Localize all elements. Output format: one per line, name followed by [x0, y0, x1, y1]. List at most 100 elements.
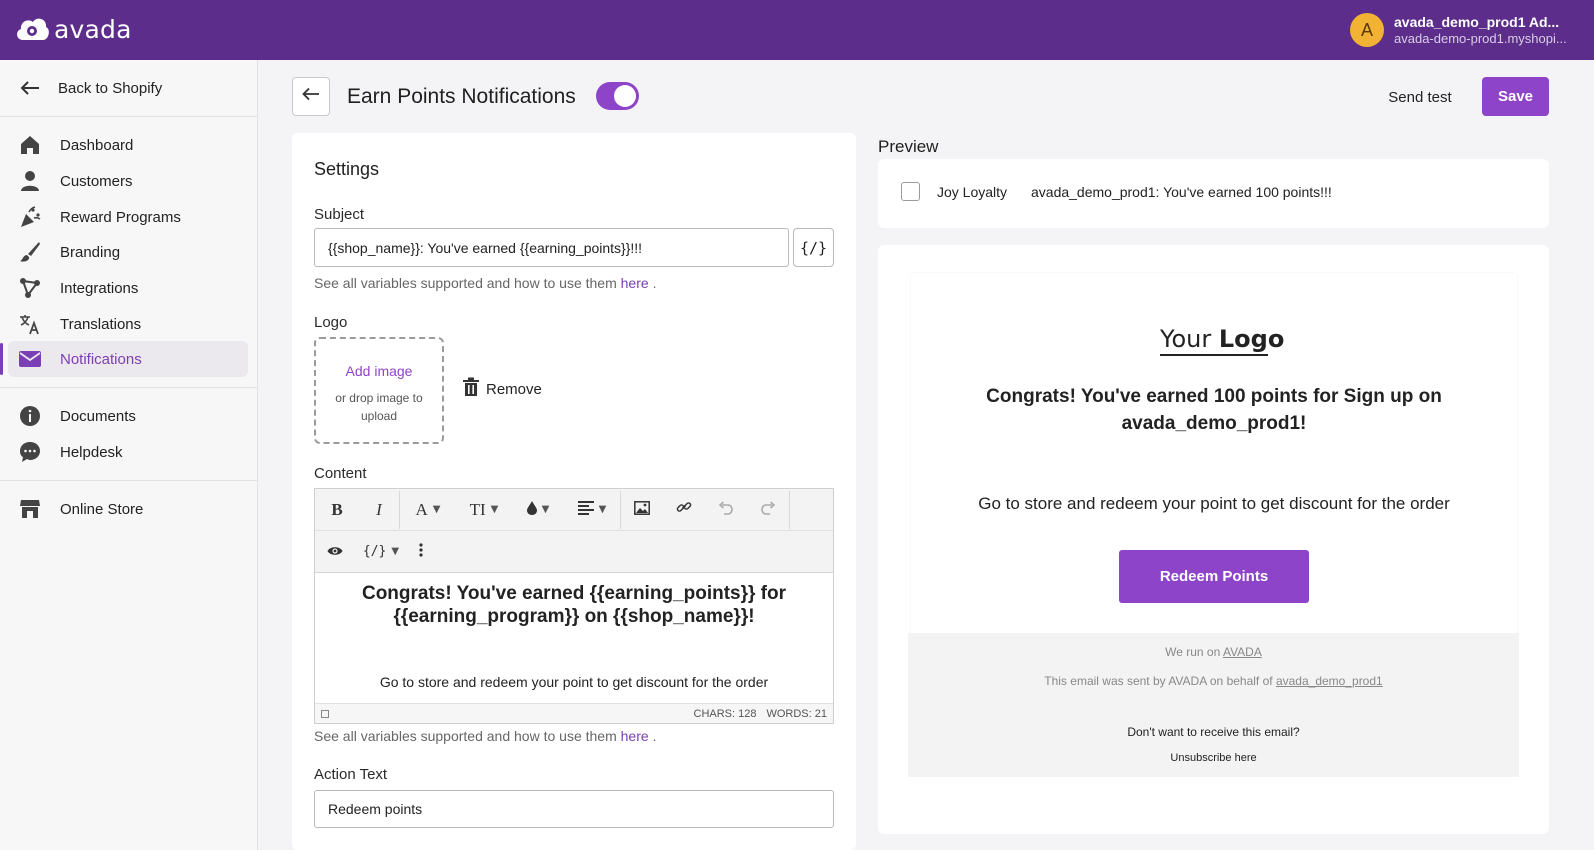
back-button[interactable] — [292, 77, 330, 116]
redo-button[interactable] — [747, 495, 789, 525]
mail-icon — [18, 347, 42, 371]
help-period: . — [652, 275, 657, 291]
footer-question: Don't want to receive this email? — [1127, 725, 1300, 739]
preview-checkbox[interactable] — [901, 182, 920, 201]
word-count: WORDS: 21 — [766, 707, 827, 720]
font-size-dropdown[interactable]: TI ▼ — [456, 495, 512, 525]
chevron-down-icon: ▼ — [432, 504, 441, 515]
footer-run-text: We run on — [1165, 645, 1221, 659]
sidebar-item-integrations[interactable]: Integrations — [8, 270, 248, 306]
sidebar-divider — [0, 387, 258, 388]
preview-inbox-row: Joy Loyalty avada_demo_prod1: You've ear… — [878, 159, 1549, 228]
editor-status-bar: CHARS: 128 WORDS: 21 — [315, 703, 833, 723]
save-button[interactable]: Save — [1482, 77, 1549, 116]
variables-help: See all variables supported and how to u… — [314, 728, 656, 744]
remove-label: Remove — [486, 380, 542, 398]
footer-shop-link[interactable]: avada_demo_prod1 — [1276, 674, 1383, 688]
sidebar: Back to Shopify Dashboard Customers Rewa… — [0, 60, 258, 850]
sidebar-item-customers[interactable]: Customers — [8, 163, 248, 199]
preview-sender: Joy Loyalty — [937, 184, 1008, 200]
add-image-link[interactable]: Add image — [316, 363, 442, 379]
editor-heading: Congrats! You've earned {{earning_points… — [361, 583, 786, 627]
editor-content[interactable]: Congrats! You've earned {{earning_points… — [315, 574, 833, 702]
email-logo: Your Logo — [1160, 325, 1284, 353]
sidebar-divider — [0, 480, 258, 481]
sidebar-item-translations[interactable]: Translations — [8, 306, 248, 342]
account-domain: avada-demo-prod1.myshopi... — [1394, 31, 1567, 46]
integrations-icon — [18, 276, 42, 300]
sidebar-item-label: Documents — [60, 407, 136, 425]
settings-card: Settings Subject {{shop_name}}: You've e… — [292, 133, 856, 850]
email-body: Your Logo Congrats! You've earned 100 po… — [911, 273, 1517, 633]
sidebar-item-label: Customers — [60, 172, 133, 190]
sidebar-item-notifications[interactable]: Notifications — [0, 341, 248, 377]
variables-help-link[interactable]: here — [621, 728, 649, 744]
page-title: Earn Points Notifications — [347, 85, 576, 108]
preview-button[interactable] — [315, 537, 355, 567]
logo-your-text: Your — [1160, 325, 1212, 353]
droplet-icon — [526, 500, 537, 520]
person-icon — [18, 169, 42, 193]
content-editor: B I A ▼ TI ▼ ▼ ▼ {/} ▼ Congrats! You've … — [314, 488, 834, 724]
sidebar-item-helpdesk[interactable]: Helpdesk — [8, 434, 248, 470]
footer-sent-text: This email was sent by AVADA on behalf o… — [1044, 674, 1273, 688]
arrow-left-icon — [302, 87, 320, 106]
insert-variable-button[interactable]: {/} — [793, 228, 834, 267]
remove-logo-button[interactable]: Remove — [462, 377, 542, 401]
preview-title: Preview — [878, 137, 939, 156]
help-period: . — [652, 728, 657, 744]
subject-input[interactable]: {{shop_name}}: You've earned {{earning_p… — [314, 228, 789, 267]
home-icon — [18, 133, 42, 157]
brand-name: avada — [54, 14, 132, 44]
brand-logo[interactable]: avada — [14, 14, 132, 44]
sidebar-item-label: Dashboard — [60, 136, 134, 154]
italic-button[interactable]: I — [359, 495, 399, 525]
unsubscribe-link[interactable]: Unsubscribe here — [908, 752, 1519, 764]
resize-grip-icon[interactable] — [321, 710, 329, 718]
editor-toolbar-row: B I A ▼ TI ▼ ▼ ▼ — [315, 489, 833, 531]
text-color-dropdown[interactable]: ▼ — [512, 495, 564, 525]
send-test-button[interactable]: Send test — [1375, 78, 1465, 116]
image-icon — [634, 500, 650, 520]
action-text-input[interactable]: Redeem points — [314, 790, 834, 828]
more-vertical-icon — [419, 542, 423, 562]
logo-dropzone[interactable]: Add image or drop image to upload — [314, 337, 444, 444]
footer-avada-link[interactable]: AVADA — [1223, 645, 1262, 659]
sidebar-item-dashboard[interactable]: Dashboard — [8, 127, 248, 163]
action-text-label: Action Text — [314, 766, 388, 783]
sidebar-item-label: Notifications — [60, 350, 142, 368]
insert-image-button[interactable] — [621, 495, 663, 525]
font-size-label: TI — [469, 499, 486, 519]
sidebar-item-label: Integrations — [60, 279, 139, 297]
account-name: avada_demo_prod1 Ad... — [1394, 14, 1560, 30]
back-to-shopify-link[interactable]: Back to Shopify — [0, 60, 258, 117]
sidebar-item-reward-programs[interactable]: Reward Programs — [8, 199, 248, 235]
drop-hint: or drop image to upload — [335, 391, 423, 423]
editor-body-text: Go to store and redeem your point to get… — [379, 674, 769, 690]
cloud-logo-icon — [14, 14, 50, 44]
align-dropdown[interactable]: ▼ — [564, 495, 620, 525]
sidebar-item-label: Branding — [60, 243, 121, 261]
sidebar-item-label: Online Store — [60, 500, 144, 518]
enable-toggle[interactable] — [596, 82, 639, 110]
settings-title: Settings — [314, 159, 380, 179]
variables-dropdown[interactable]: {/} ▼ — [355, 537, 407, 567]
variables-help-link[interactable]: here — [621, 275, 649, 291]
toolbar-divider — [789, 490, 790, 529]
sidebar-item-branding[interactable]: Branding — [8, 234, 248, 270]
preview-email-card: Your Logo Congrats! You've earned 100 po… — [878, 245, 1549, 834]
redeem-points-button[interactable]: Redeem Points — [1119, 550, 1309, 603]
confetti-icon — [18, 205, 42, 229]
sidebar-item-documents[interactable]: Documents — [8, 398, 248, 434]
brush-icon — [18, 240, 42, 264]
redo-icon — [760, 500, 776, 520]
undo-button[interactable] — [705, 495, 747, 525]
account-menu[interactable]: A avada_demo_prod1 Ad... avada-demo-prod… — [1350, 10, 1594, 50]
more-options-button[interactable] — [407, 537, 435, 567]
insert-link-button[interactable] — [663, 495, 705, 525]
font-family-dropdown[interactable]: A ▼ — [400, 495, 456, 525]
bold-button[interactable]: B — [315, 495, 359, 525]
sidebar-item-online-store[interactable]: Online Store — [8, 491, 248, 527]
top-bar: avada A avada_demo_prod1 Ad... avada-dem… — [0, 0, 1594, 60]
email-body-text: Go to store and redeem your point to get… — [978, 494, 1450, 513]
